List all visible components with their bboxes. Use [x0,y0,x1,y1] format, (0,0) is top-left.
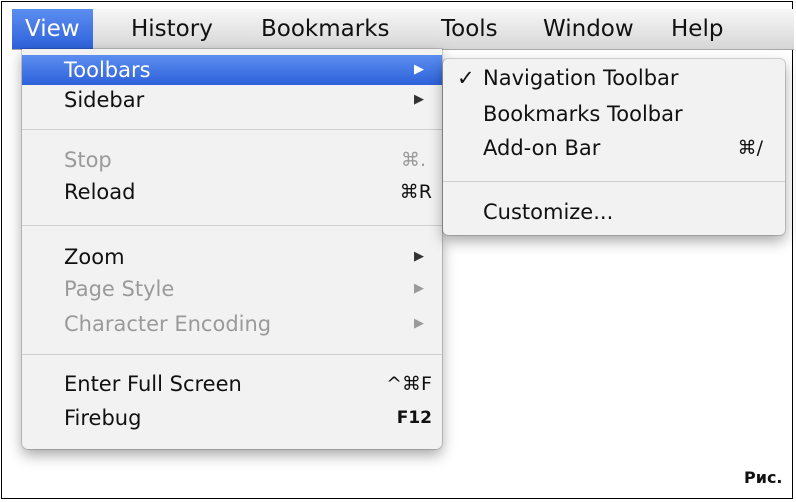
submenu-arrow-icon: ▶ [414,92,424,107]
menu-separator [22,225,442,226]
toolbars-submenu: ✓ Navigation Toolbar Bookmarks Toolbar A… [443,59,785,235]
menu-item-label: Page Style [64,277,175,301]
menu-item-label: Reload [64,180,136,204]
menu-tools[interactable]: Tools [428,9,511,49]
menu-view[interactable]: View [12,9,93,49]
shortcut-label: ⌘/ [737,137,763,159]
shortcut-label: ⌘. [400,149,426,171]
submenu-arrow-icon: ▶ [414,62,424,77]
menu-separator [22,354,442,355]
menu-item-label: Navigation Toolbar [483,66,679,90]
menu-item-bookmarks-toolbar[interactable]: Bookmarks Toolbar [443,99,785,129]
menu-item-label: Firebug [64,406,142,430]
shortcut-label: F12 [396,408,432,428]
menu-separator [443,181,785,182]
shortcut-label: ⌘R [399,181,432,203]
menu-item-label: Character Encoding [64,312,272,336]
menu-history[interactable]: History [118,9,226,49]
menu-item-toolbars[interactable]: Toolbars ▶ [22,55,442,85]
menu-item-label: Zoom [64,245,125,269]
menu-item-sidebar[interactable]: Sidebar ▶ [22,85,442,115]
submenu-arrow-icon: ▶ [414,316,424,331]
menu-separator [22,129,442,130]
menu-item-stop[interactable]: Stop ⌘. [22,145,442,175]
menu-item-navigation-toolbar[interactable]: ✓ Navigation Toolbar [443,63,785,93]
shortcut-label: ^⌘F [386,373,432,395]
checkmark-icon: ✓ [457,66,475,90]
menu-item-customize[interactable]: Customize... [443,197,785,227]
menu-item-label: Customize... [483,200,614,224]
menu-item-firebug[interactable]: Firebug F12 [22,403,442,433]
menu-bar: View History Bookmarks Tools Window Help [12,9,794,50]
menu-item-label: Stop [64,148,112,172]
submenu-arrow-icon: ▶ [414,249,424,264]
submenu-arrow-icon: ▶ [414,281,424,296]
figure-caption: Рис. [744,468,783,487]
menu-item-enter-full-screen[interactable]: Enter Full Screen ^⌘F [22,369,442,399]
menu-bookmarks[interactable]: Bookmarks [248,9,403,49]
menu-window[interactable]: Window [530,9,647,49]
menu-item-character-encoding[interactable]: Character Encoding ▶ [22,309,442,339]
menu-item-label: Enter Full Screen [64,372,242,396]
menu-item-label: Add-on Bar [483,136,601,160]
menu-item-reload[interactable]: Reload ⌘R [22,177,442,207]
menu-help[interactable]: Help [658,9,736,49]
menu-item-page-style[interactable]: Page Style ▶ [22,274,442,304]
menu-item-label: Toolbars [64,58,151,82]
view-menu: Toolbars ▶ Sidebar ▶ Stop ⌘. Reload ⌘R Z… [22,49,442,449]
menu-item-add-on-bar[interactable]: Add-on Bar ⌘/ [443,133,785,163]
menu-item-label: Bookmarks Toolbar [483,102,683,126]
menu-item-label: Sidebar [64,88,145,112]
menu-item-zoom[interactable]: Zoom ▶ [22,242,442,272]
